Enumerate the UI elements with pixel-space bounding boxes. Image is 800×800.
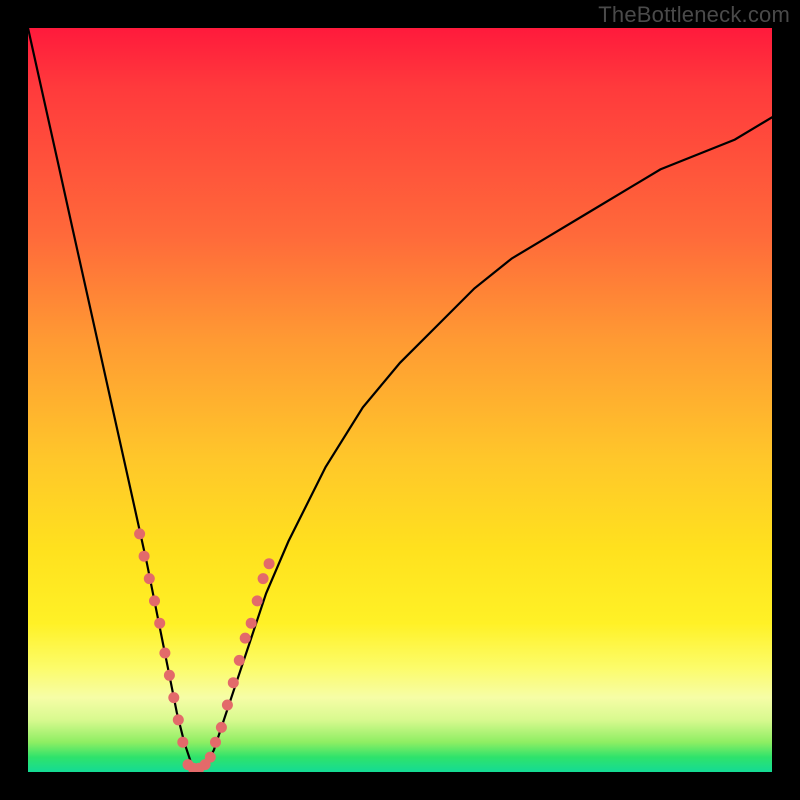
watermark-text: TheBottleneck.com xyxy=(598,2,790,28)
highlight-dot xyxy=(188,763,199,772)
chart-frame: TheBottleneck.com xyxy=(0,0,800,800)
highlight-dot xyxy=(205,752,216,763)
highlight-dot xyxy=(183,759,194,770)
highlight-dot xyxy=(258,573,269,584)
highlight-dot xyxy=(168,692,179,703)
highlight-dot xyxy=(139,551,150,562)
highlight-dot xyxy=(246,618,257,629)
highlight-dot xyxy=(164,670,175,681)
highlight-dot xyxy=(144,573,155,584)
bottleneck-curve xyxy=(28,28,772,772)
highlight-dot xyxy=(264,558,275,569)
chart-plot-area xyxy=(28,28,772,772)
highlight-dot xyxy=(200,759,211,770)
highlight-dot xyxy=(134,528,145,539)
curve-path xyxy=(28,28,772,772)
highlight-dot xyxy=(216,722,227,733)
highlight-dot xyxy=(149,595,160,606)
highlight-dot xyxy=(159,648,170,659)
highlight-dots xyxy=(134,528,275,772)
highlight-dot xyxy=(234,655,245,666)
highlight-dot xyxy=(210,737,221,748)
highlight-dot xyxy=(252,595,263,606)
highlight-dot xyxy=(173,714,184,725)
highlight-dot xyxy=(154,618,165,629)
highlight-dot xyxy=(240,633,251,644)
highlight-dot xyxy=(194,763,205,772)
highlight-dot xyxy=(222,700,233,711)
highlight-dot xyxy=(228,677,239,688)
highlight-dot xyxy=(177,737,188,748)
